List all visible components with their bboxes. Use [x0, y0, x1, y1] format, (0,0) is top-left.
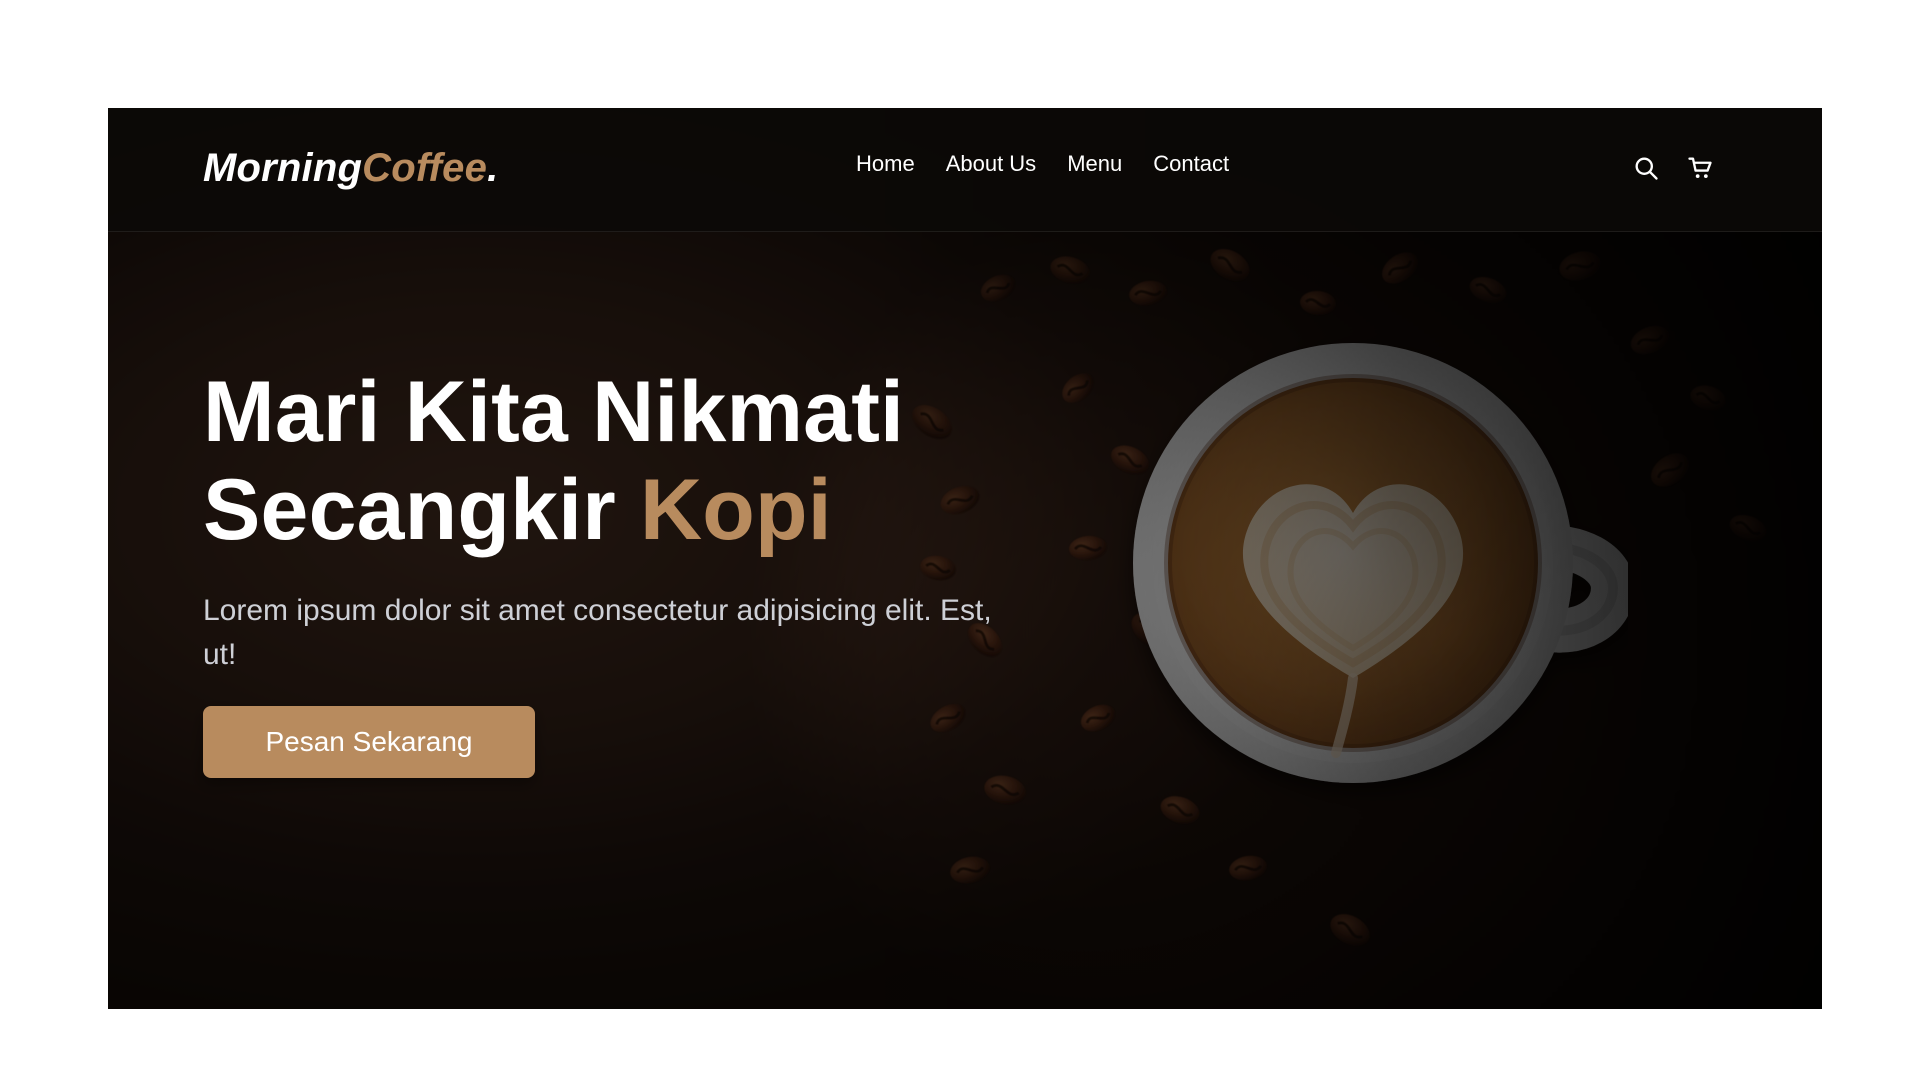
brand-part-2: Coffee — [362, 146, 488, 190]
brand-logo[interactable]: MorningCoffee. — [203, 148, 498, 188]
cart-icon — [1688, 157, 1712, 179]
top-navbar: MorningCoffee. Home About Us Menu Contac… — [108, 108, 1822, 232]
hero-title-line-1: Mari Kita Nikmati — [203, 364, 905, 460]
hero-title-line-2-accent: Kopi — [640, 462, 832, 559]
nav-about-us[interactable]: About Us — [946, 153, 1037, 175]
search-button[interactable] — [1630, 152, 1662, 184]
header-actions — [1630, 152, 1716, 184]
hero-title: Mari Kita Nikmati Secangkir Kopi — [203, 363, 1103, 559]
search-icon — [1635, 157, 1658, 180]
main-nav: Home About Us Menu Contact — [856, 153, 1229, 175]
hero-section: Mari Kita Nikmati Secangkir Kopi Lorem i… — [203, 363, 1103, 779]
brand-part-1: Morning — [203, 146, 363, 190]
cart-button[interactable] — [1684, 152, 1716, 184]
nav-contact[interactable]: Contact — [1153, 153, 1229, 175]
brand-dot: . — [487, 146, 499, 190]
order-now-button[interactable]: Pesan Sekarang — [203, 706, 535, 779]
hero-frame: MorningCoffee. Home About Us Menu Contac… — [108, 108, 1822, 1009]
nav-menu[interactable]: Menu — [1067, 153, 1122, 175]
hero-title-line-2-prefix: Secangkir — [203, 462, 616, 559]
hero-subtitle: Lorem ipsum dolor sit amet consectetur a… — [203, 594, 992, 671]
nav-home[interactable]: Home — [856, 153, 915, 175]
